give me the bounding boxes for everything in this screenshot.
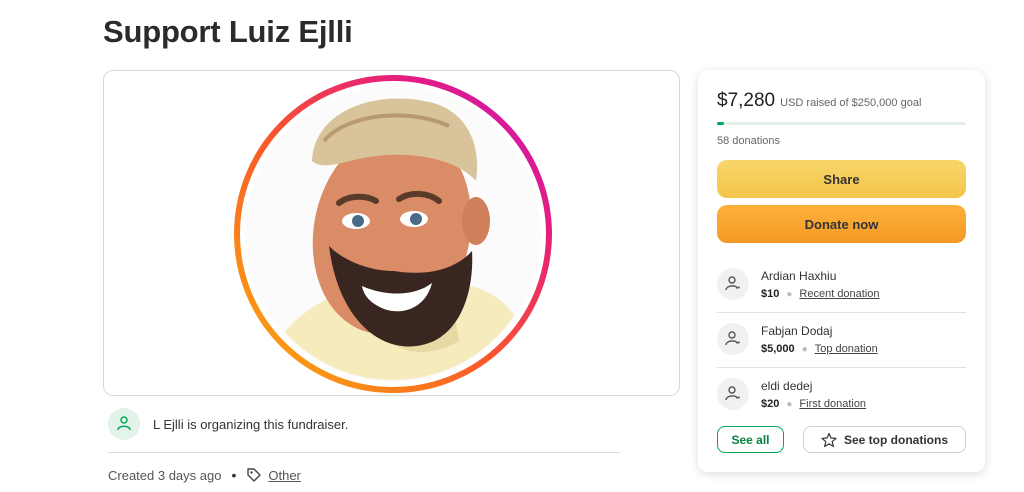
tag-icon [246,467,262,483]
divider [717,312,966,313]
page-title: Support Luiz Ejlli [103,14,353,49]
share-button[interactable]: Share [717,160,966,198]
portrait-illustration [234,75,552,393]
campaign-image [103,70,680,396]
donor-amount: $10 [761,288,780,300]
donate-now-button[interactable]: Donate now [717,205,966,243]
donor-name: Fabjan Dodaj [761,324,833,338]
donor-item: Ardian Haxhiu $10 ● Recent donation [717,267,966,322]
donation-type-link[interactable]: Top donation [815,343,878,355]
organizer-row: L Ejlli is organizing this fundraiser. [108,408,348,440]
progress-bar [717,122,966,125]
goal-text: USD raised of $250,000 goal [780,97,922,109]
person-heart-icon [717,323,749,355]
donation-sidebar: $7,280 USD raised of $250,000 goal 58 do… [698,70,985,472]
organizer-text: L Ejlli is organizing this fundraiser. [153,416,349,432]
donation-type-link[interactable]: First donation [799,398,866,410]
raised-summary: $7,280 USD raised of $250,000 goal [717,90,921,112]
category-link[interactable]: Other [268,468,301,483]
donor-item: eldi dedej $20 ● First donation [717,377,966,432]
donor-item: Fabjan Dodaj $5,000 ● Top donation [717,322,966,377]
donation-count: 58 donations [717,135,780,147]
created-time: Created 3 days ago [108,467,222,483]
donor-amount: $20 [761,398,780,410]
star-icon [821,432,837,448]
person-heart-icon [717,268,749,300]
donor-name: eldi dedej [761,379,813,393]
raised-amount: $7,280 [717,90,776,111]
person-heart-icon [108,408,140,440]
campaign-meta: Created 3 days ago • Other [108,467,301,483]
donor-name: Ardian Haxhiu [761,269,837,283]
divider [717,367,966,368]
meta-separator: • [231,467,237,483]
see-top-label: See top donations [843,432,948,447]
see-top-donations-button[interactable]: See top donations [803,426,966,453]
donor-amount: $5,000 [761,343,795,355]
see-all-button[interactable]: See all [717,426,784,453]
person-heart-icon [717,378,749,410]
donation-type-link[interactable]: Recent donation [799,288,879,300]
progress-fill [717,122,725,125]
divider [108,452,620,453]
